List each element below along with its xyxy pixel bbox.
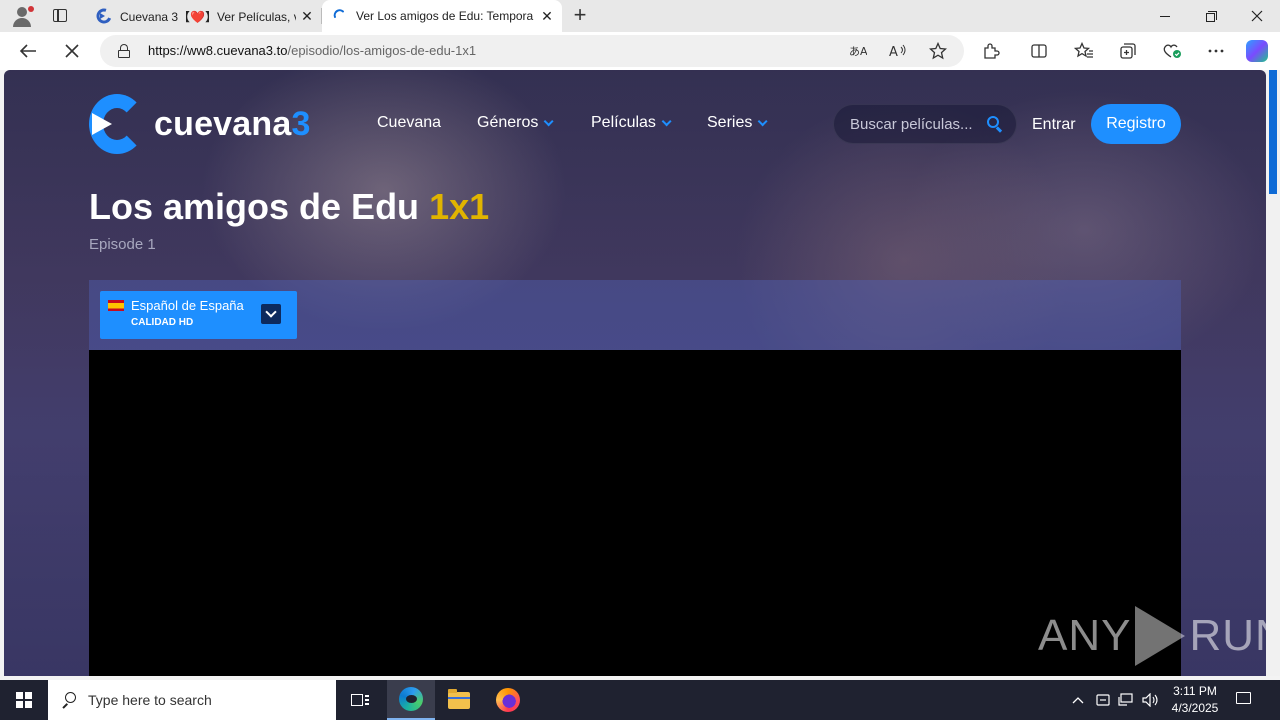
profile-icon[interactable] [8, 4, 36, 28]
quality-label: CALIDAD HD [131, 317, 194, 328]
cuevana-logo-icon [89, 94, 145, 154]
logo-number: 3 [291, 104, 311, 143]
search-input[interactable]: Buscar películas... [833, 104, 1017, 144]
edge-icon [399, 687, 423, 711]
watermark-left: ANY [1038, 611, 1132, 660]
page-title: Los amigos de Edu 1x1 [89, 186, 489, 228]
close-icon [65, 44, 79, 58]
nav-label: Cuevana [377, 114, 442, 131]
play-triangle-icon [1135, 606, 1186, 666]
back-arrow-icon [19, 44, 36, 58]
edge-taskbar-button[interactable] [387, 680, 435, 720]
nav-label: Géneros [477, 114, 539, 131]
video-player[interactable] [89, 350, 1181, 676]
firefox-button[interactable] [484, 680, 532, 720]
anyrun-watermark: ANY RUN [1038, 606, 1266, 666]
split-screen-icon[interactable] [1029, 41, 1049, 61]
windows-taskbar: Type here to search 3:11 PM 4/3/2025 [0, 680, 1280, 720]
notification-icon[interactable] [1234, 690, 1254, 710]
read-aloud-icon[interactable]: A [888, 41, 908, 61]
search-icon [62, 692, 78, 709]
windows-logo-icon [16, 692, 32, 708]
browser-tab-bar: Cuevana 3【❤️】Ver Películas, ver ✕ Ver Lo… [0, 0, 1280, 32]
task-view-button[interactable] [336, 680, 384, 720]
nav-peliculas[interactable]: Películas [591, 114, 672, 132]
player-options-bar: Español de España CALIDAD HD [89, 280, 1181, 350]
firefox-icon [496, 688, 520, 712]
restore-button[interactable] [1188, 0, 1234, 32]
more-options-icon[interactable] [1206, 41, 1226, 61]
browser-toolbar: https://ww8.cuevana3.to/episodio/los-ami… [0, 32, 1280, 70]
svg-text:A: A [889, 45, 898, 59]
file-explorer-button[interactable] [435, 680, 483, 720]
tab-close-icon[interactable]: ✕ [536, 5, 558, 27]
chevron-up-icon [1072, 697, 1084, 704]
meet-now-icon[interactable] [1093, 680, 1113, 720]
network-icon[interactable] [1116, 680, 1136, 720]
task-view-icon [351, 692, 369, 708]
watermark-right: RUN [1189, 611, 1266, 660]
extensions-icon[interactable] [981, 41, 1001, 61]
scrollbar-thumb[interactable] [1269, 70, 1277, 194]
taskbar-search-placeholder: Type here to search [88, 692, 212, 708]
minimize-button[interactable] [1142, 0, 1188, 32]
minimize-icon [1160, 15, 1170, 17]
tab-actions-icon[interactable] [50, 6, 70, 26]
cuevana-favicon-icon [96, 8, 112, 24]
start-button[interactable] [0, 680, 48, 720]
system-clock[interactable]: 3:11 PM 4/3/2025 [1160, 683, 1230, 717]
tab-title: Cuevana 3【❤️】Ver Películas, ver [120, 9, 296, 24]
close-icon [1251, 10, 1263, 22]
clock-time: 3:11 PM [1173, 684, 1217, 698]
tab-title: Ver Los amigos de Edu: Tempora [356, 9, 534, 23]
nav-cuevana[interactable]: Cuevana [377, 114, 441, 132]
language-select[interactable]: Español de España CALIDAD HD [100, 291, 297, 339]
nav-label: Películas [591, 114, 656, 131]
restore-icon [1205, 10, 1217, 22]
episode-title: Los amigos de Edu [89, 186, 420, 227]
collections-icon[interactable] [1118, 41, 1138, 61]
search-icon[interactable] [987, 116, 1003, 133]
volume-icon[interactable] [1140, 680, 1162, 720]
episode-code: 1x1 [429, 186, 490, 227]
login-link[interactable]: Entrar [1032, 116, 1076, 134]
translate-icon[interactable]: あA [848, 41, 868, 61]
spain-flag-icon [108, 300, 124, 311]
logo-word: cuevana [154, 104, 292, 143]
loading-spinner-icon [333, 9, 344, 18]
new-tab-button[interactable]: + [568, 4, 592, 28]
tab-close-icon[interactable]: ✕ [296, 5, 318, 27]
show-hidden-icons-button[interactable] [1068, 680, 1088, 720]
copilot-icon[interactable] [1246, 40, 1268, 62]
stop-loading-button[interactable] [57, 36, 87, 66]
favorite-star-icon[interactable] [928, 41, 948, 61]
browser-essentials-icon[interactable] [1162, 41, 1182, 61]
address-bar[interactable]: https://ww8.cuevana3.to/episodio/los-ami… [100, 35, 964, 67]
language-label: Español de España [131, 298, 244, 313]
register-button[interactable]: Registro [1091, 104, 1181, 144]
taskbar-search-input[interactable]: Type here to search [48, 680, 336, 720]
page-scrollbar[interactable] [1266, 70, 1280, 676]
close-window-button[interactable] [1234, 0, 1280, 32]
url-text[interactable]: https://ww8.cuevana3.to/episodio/los-ami… [148, 43, 476, 58]
favorites-icon[interactable] [1074, 41, 1094, 61]
nav-series[interactable]: Series [707, 114, 768, 132]
tab-episode[interactable]: Ver Los amigos de Edu: Tempora ✕ [322, 0, 562, 32]
search-placeholder: Buscar películas... [850, 116, 973, 133]
page-viewport: cuevana3 Cuevana Géneros Películas Serie… [4, 70, 1266, 676]
nav-generos[interactable]: Géneros [477, 114, 554, 132]
folder-icon [448, 688, 470, 709]
svg-text:あA: あA [849, 45, 867, 58]
url-path: /episodio/los-amigos-de-edu-1x1 [287, 43, 477, 58]
tab-cuevana-home[interactable]: Cuevana 3【❤️】Ver Películas, ver ✕ [86, 0, 322, 32]
url-host: https://ww8.cuevana3.to [148, 43, 288, 58]
cuevana-logo[interactable]: cuevana3 [89, 94, 311, 154]
episode-subtitle: Episode 1 [89, 236, 156, 253]
chevron-down-icon[interactable] [261, 304, 281, 324]
clock-date: 4/3/2025 [1171, 701, 1219, 715]
back-button[interactable] [13, 36, 43, 66]
lock-icon[interactable] [118, 44, 130, 58]
nav-label: Series [707, 114, 753, 131]
